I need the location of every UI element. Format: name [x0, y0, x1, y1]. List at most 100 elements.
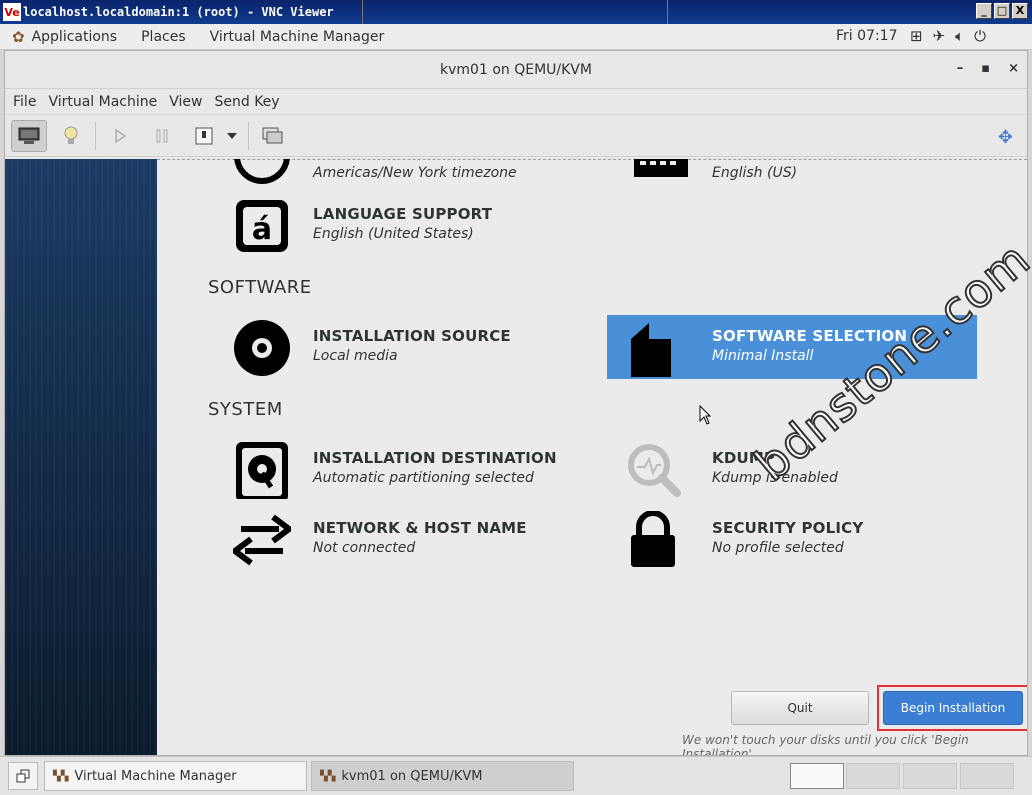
spoke-keyboard[interactable]: English (US) — [607, 159, 977, 187]
window-list-icon — [16, 769, 30, 783]
magnifier-icon — [628, 444, 681, 497]
console-view-button[interactable] — [11, 119, 47, 152]
begin-installation-button[interactable]: Begin Installation — [883, 691, 1023, 725]
spoke-status: Kdump is enabled — [712, 470, 838, 486]
power-switch-icon — [195, 127, 213, 144]
keyboard-icon — [634, 159, 688, 177]
spoke-status: Americas/New York timezone — [313, 165, 517, 181]
menu-send-key[interactable]: Send Key — [214, 94, 279, 110]
spoke-date-time[interactable]: Americas/New York timezone — [208, 159, 578, 187]
spoke-title: INSTALLATION SOURCE — [313, 327, 511, 345]
vnc-logo-icon: Ve — [3, 3, 21, 21]
spoke-status: Local media — [313, 348, 398, 364]
spoke-title: SOFTWARE SELECTION — [712, 327, 908, 345]
fullscreen-icon[interactable]: ✥ — [998, 127, 1013, 148]
window-close-button[interactable]: × — [1008, 61, 1019, 76]
installation-summary-hub: Americas/New York timezone English (US) … — [157, 159, 1027, 755]
spoke-status: Minimal Install — [712, 348, 814, 364]
vnc-minimize-button[interactable]: _ — [976, 3, 992, 19]
volume-icon[interactable]: 🔈︎ — [955, 27, 964, 45]
spoke-status: English (US) — [712, 165, 798, 181]
run-button[interactable] — [102, 120, 138, 152]
places-menu[interactable]: Places — [141, 29, 186, 45]
vmm-app-menu[interactable]: Virtual Machine Manager — [210, 29, 385, 45]
task-virtual-machine-manager[interactable]: ▚▚ Virtual Machine Manager — [44, 761, 307, 791]
window-title: kvm01 on QEMU/KVM — [440, 61, 592, 78]
menu-bar: File Virtual Machine View Send Key — [5, 89, 1027, 115]
shutdown-dropdown[interactable] — [222, 120, 242, 152]
vm-console-window: kvm01 on QEMU/KVM – ▪ × File Virtual Mac… — [4, 50, 1028, 756]
vnc-title-bar: Ve localhost.localdomain:1 (root) - VNC … — [0, 0, 1032, 26]
workspace-4[interactable] — [960, 763, 1014, 789]
bottom-taskbar: ▚▚ Virtual Machine Manager ▚▚ kvm01 on Q… — [0, 756, 1032, 795]
spoke-installation-destination[interactable]: INSTALLATION DESTINATION Automatic parti… — [208, 437, 578, 501]
screen: Ve localhost.localdomain:1 (root) - VNC … — [0, 0, 1032, 795]
mouse-cursor-icon — [699, 405, 711, 425]
workspace-1[interactable] — [790, 763, 844, 789]
network-arrows-icon — [233, 514, 291, 566]
section-system: SYSTEM — [208, 399, 283, 420]
language-icon: á — [236, 200, 288, 252]
begin-installation-highlight: Begin Installation — [877, 685, 1027, 731]
spoke-title: LANGUAGE SUPPORT — [313, 205, 493, 223]
spoke-status: Not connected — [313, 540, 416, 556]
system-tray[interactable]: ⊞ ✈ 🔈︎ ⏻ — [910, 27, 986, 45]
window-titlebar: kvm01 on QEMU/KVM – ▪ × — [5, 51, 1027, 89]
power-icon[interactable]: ⏻ — [974, 27, 986, 45]
applications-menu[interactable]: Applications — [32, 29, 118, 45]
lightbulb-icon — [64, 126, 78, 144]
clock[interactable]: Fri 07:17 — [836, 28, 897, 44]
workspace-2[interactable] — [846, 763, 900, 789]
anaconda-sidebar — [5, 159, 157, 755]
spoke-status: English (United States) — [313, 226, 474, 242]
applications-icon: ✿ — [12, 27, 25, 46]
spoke-language-support[interactable]: á LANGUAGE SUPPORT English (United State… — [208, 193, 578, 257]
airplane-icon[interactable]: ✈ — [933, 27, 946, 45]
task-label: kvm01 on QEMU/KVM — [341, 768, 483, 784]
pause-icon — [156, 129, 168, 142]
snapshots-button[interactable] — [255, 120, 291, 152]
menu-file[interactable]: File — [13, 94, 36, 110]
network-icon[interactable]: ⊞ — [910, 27, 923, 45]
spoke-kdump[interactable]: KDUMP Kdump is enabled — [607, 437, 977, 501]
vnc-title: localhost.localdomain:1 (root) - VNC Vie… — [23, 5, 334, 19]
spoke-software-selection[interactable]: SOFTWARE SELECTION Minimal Install — [607, 315, 977, 379]
guest-console[interactable]: Americas/New York timezone English (US) … — [5, 159, 1027, 755]
snapshots-icon — [262, 127, 283, 143]
task-kvm01-console[interactable]: ▚▚ kvm01 on QEMU/KVM — [311, 761, 574, 791]
clock-icon — [234, 159, 290, 184]
vnc-toolbar-slot — [362, 0, 668, 26]
disc-icon — [234, 320, 290, 376]
quit-button[interactable]: Quit — [731, 691, 869, 725]
svg-text:á: á — [252, 212, 272, 247]
section-software: SOFTWARE — [208, 277, 312, 298]
spoke-title: KDUMP — [712, 449, 776, 467]
gnome-top-bar: ✿ Applications Places Virtual Machine Ma… — [0, 24, 1032, 50]
spoke-status: Automatic partitioning selected — [313, 470, 534, 486]
spoke-network-hostname[interactable]: NETWORK & HOST NAME Not connected — [208, 507, 578, 571]
pause-button[interactable] — [144, 120, 180, 152]
chevron-down-icon — [227, 132, 237, 139]
vnc-close-button[interactable]: X — [1012, 3, 1028, 19]
spoke-title: SECURITY POLICY — [712, 519, 864, 537]
workspace-3[interactable] — [903, 763, 957, 789]
spoke-security-policy[interactable]: SECURITY POLICY No profile selected — [607, 507, 977, 571]
spoke-installation-source[interactable]: INSTALLATION SOURCE Local media — [208, 315, 578, 379]
window-minimize-button[interactable]: – — [957, 61, 964, 76]
window-maximize-button[interactable]: ▪ — [981, 61, 990, 76]
menu-view[interactable]: View — [169, 94, 202, 110]
spoke-status: No profile selected — [712, 540, 844, 556]
toolbar-separator — [248, 121, 249, 150]
spoke-title: NETWORK & HOST NAME — [313, 519, 527, 537]
menu-virtual-machine[interactable]: Virtual Machine — [48, 94, 157, 110]
package-icon — [631, 323, 671, 377]
show-desktop-button[interactable] — [8, 762, 38, 790]
vmm-icon: ▚▚ — [53, 770, 69, 782]
details-view-button[interactable] — [53, 120, 89, 152]
toolbar: ✥ — [5, 115, 1027, 157]
shutdown-button[interactable] — [186, 120, 222, 152]
spoke-title: INSTALLATION DESTINATION — [313, 449, 557, 467]
play-icon — [115, 128, 127, 143]
toolbar-separator — [95, 121, 96, 150]
vnc-maximize-button[interactable]: □ — [994, 3, 1010, 19]
